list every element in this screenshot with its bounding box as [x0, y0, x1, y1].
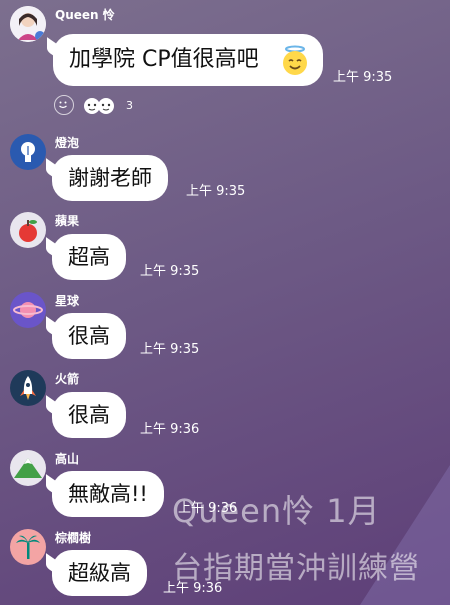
palm-tree-avatar[interactable]	[10, 529, 46, 565]
message-text: 加學院 CP值很高吧	[69, 47, 259, 72]
message-time: 上午 9:35	[186, 184, 246, 199]
message-time: 上午 9:35	[140, 342, 200, 357]
reaction-stickers[interactable]	[82, 95, 118, 115]
message-bubble[interactable]: 很高	[52, 392, 126, 438]
lightbulb-avatar[interactable]	[10, 134, 46, 170]
message-bubble[interactable]: 超高	[52, 234, 126, 280]
planet-icon	[13, 302, 43, 318]
watermark-line2: 台指期當沖訓練營	[172, 551, 420, 586]
reaction-bar: 3	[54, 95, 133, 115]
rocket-avatar[interactable]	[10, 370, 46, 406]
watermark-line1: Queen怜 1月	[172, 492, 381, 530]
queen-avatar[interactable]	[10, 6, 46, 42]
sender-name: 星球	[55, 294, 80, 308]
message-text: 無敵高!!	[68, 482, 148, 506]
message-text: 謝謝老師	[68, 166, 152, 190]
apple-avatar[interactable]	[10, 212, 46, 248]
sender-name: Queen 怜	[55, 8, 115, 22]
message-bubble[interactable]: 加學院 CP值很高吧	[53, 34, 323, 86]
message-bubble[interactable]: 無敵高!!	[52, 471, 164, 517]
apple-icon	[19, 220, 37, 242]
sender-name: 火箭	[55, 372, 80, 386]
sender-name: 燈泡	[55, 136, 80, 150]
rocket-icon	[20, 376, 36, 400]
message-text: 很高	[68, 403, 110, 427]
lightbulb-icon	[21, 142, 35, 162]
sender-name: 高山	[55, 452, 80, 466]
message-time: 上午 9:36	[140, 422, 200, 437]
sender-name: 棕櫚樹	[55, 531, 92, 545]
message-time: 上午 9:35	[333, 70, 393, 85]
palm-tree-icon	[16, 535, 40, 559]
reaction-count: 3	[126, 98, 133, 112]
mountain-icon	[14, 458, 42, 478]
message-time: 上午 9:35	[140, 264, 200, 279]
message-text: 超級高	[68, 561, 131, 585]
queen-avatar-icon	[10, 6, 46, 42]
planet-avatar[interactable]	[10, 292, 46, 328]
mountain-avatar[interactable]	[10, 450, 46, 486]
message-text: 超高	[68, 245, 110, 269]
message-text: 很高	[68, 324, 110, 348]
message-bubble[interactable]: 謝謝老師	[52, 155, 168, 201]
message-bubble[interactable]: 很高	[52, 313, 126, 359]
sender-name: 蘋果	[55, 214, 80, 228]
smile-icon[interactable]	[54, 95, 74, 115]
halo-smile-emoji	[279, 44, 309, 75]
message-bubble[interactable]: 超級高	[52, 550, 147, 596]
